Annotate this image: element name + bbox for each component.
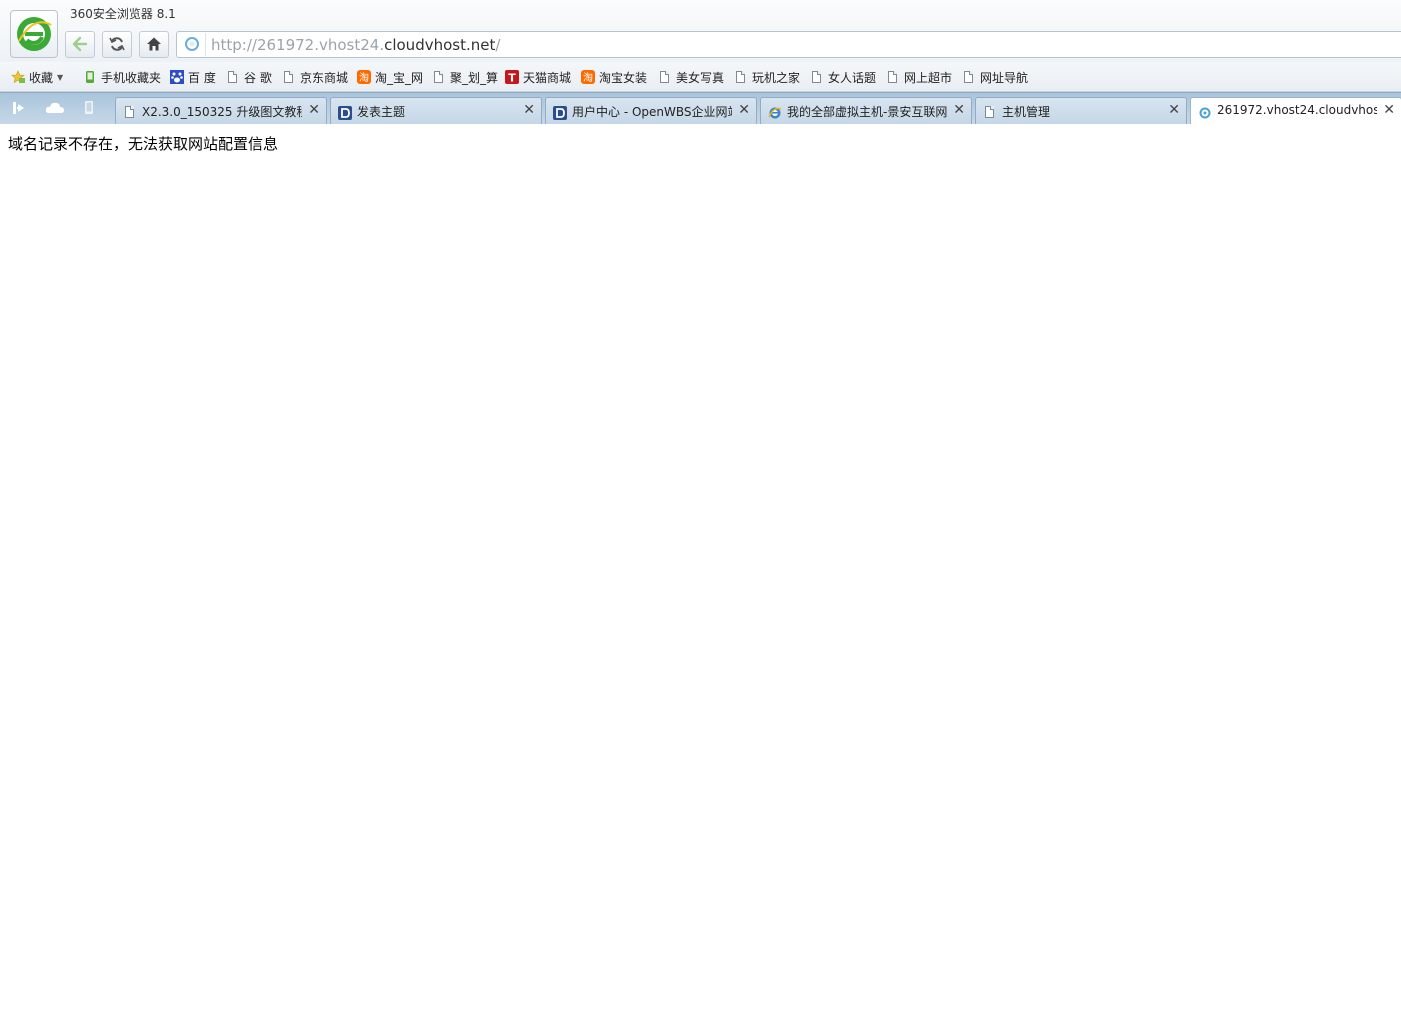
page-icon: [282, 70, 296, 84]
bookmark-label: 聚_划_算: [450, 70, 499, 85]
svg-text:T: T: [508, 72, 516, 85]
url-prefix: http://261972.vhost24.: [211, 36, 385, 54]
mobile-sync-button[interactable]: [79, 98, 101, 118]
bookmark-mobile[interactable]: 手机收藏夹: [83, 69, 161, 85]
home-icon: [147, 37, 161, 51]
bookmark-juhuasuan[interactable]: 聚_划_算: [432, 69, 498, 85]
page-content: 域名记录不存在，无法获取网站配置信息: [0, 124, 1401, 1012]
close-icon[interactable]: ✕: [1383, 102, 1395, 118]
page-icon: [962, 70, 976, 84]
app-title: 360安全浏览器 8.1: [70, 7, 176, 21]
tab-label: 我的全部虚拟主机-景安互联网: [787, 105, 947, 119]
page-icon: [734, 70, 748, 84]
bookmark-label: 谷 歌: [244, 70, 272, 85]
taobao-icon: 淘: [357, 70, 371, 84]
sidebar-toggle-button[interactable]: [9, 98, 31, 118]
bookmark-taobao[interactable]: 淘 淘_宝_网: [357, 69, 423, 85]
close-icon[interactable]: ✕: [1168, 102, 1180, 118]
bookmark-supermarket[interactable]: 网上超市: [886, 69, 952, 85]
page-icon: [810, 70, 824, 84]
bookmark-url-nav[interactable]: 网址导航: [962, 69, 1028, 85]
bookmark-label: 淘宝女装: [599, 70, 648, 85]
refresh-button[interactable]: [102, 31, 132, 58]
baidu-paw-icon: [170, 70, 184, 84]
ie-icon: [768, 105, 782, 119]
tab-user-center[interactable]: 用户中心 - OpenWBS企业网站 ✕: [545, 97, 757, 125]
page-icon: [886, 70, 900, 84]
svg-text:淘: 淘: [359, 71, 369, 84]
bookmark-wanji[interactable]: 玩机之家: [734, 69, 800, 85]
url-suffix: /: [495, 36, 501, 54]
discuz-icon: [553, 105, 567, 120]
star-folder-icon: [11, 70, 25, 84]
page-icon: [983, 105, 997, 119]
chevron-down-icon[interactable]: ▼: [57, 73, 63, 82]
tab-host-management[interactable]: 主机管理 ✕: [975, 97, 1187, 125]
close-icon[interactable]: ✕: [308, 102, 320, 118]
back-arrow-icon: [72, 36, 88, 52]
page-icon: [658, 70, 672, 84]
bookmark-photos[interactable]: 美女写真: [658, 69, 724, 85]
bookmarks-bar: 收藏 ▼ 手机收藏夹 百 度 谷 歌 京东商城 淘 淘_宝_网 聚_划_算 T …: [0, 62, 1401, 92]
sidebar-icon: [13, 102, 24, 114]
url-text[interactable]: http://261972.vhost24.cloudvhost.net/: [211, 36, 500, 54]
bookmark-label: 女人话题: [828, 70, 877, 85]
page-icon: [432, 70, 446, 84]
bookmark-favorites[interactable]: 收藏 ▼: [11, 69, 63, 85]
bookmark-women-topics[interactable]: 女人话题: [810, 69, 876, 85]
back-button[interactable]: [65, 31, 95, 58]
site-status-icon: [179, 33, 206, 56]
bookmark-tmall[interactable]: T 天猫商城: [505, 69, 571, 85]
close-icon[interactable]: ✕: [738, 102, 750, 118]
bookmark-label: 美女写真: [676, 70, 725, 85]
tab-strip: X2.3.0_150325 升级图文教程 ✕ 发表主题 ✕ 用户中心 - Ope…: [0, 92, 1401, 126]
page-icon: [226, 70, 240, 84]
tab-label: 主机管理: [1002, 105, 1051, 119]
browser-logo-icon[interactable]: [10, 10, 58, 58]
tab-label: 用户中心 - OpenWBS企业网站: [572, 105, 732, 119]
browser-window: 360安全浏览器 8.1 http://261972.vhost24.cloud…: [0, 0, 1401, 1012]
tab-upgrade-tutorial[interactable]: X2.3.0_150325 升级图文教程 ✕: [115, 97, 327, 125]
bookmark-label: 京东商城: [300, 70, 349, 85]
bookmark-label: 淘_宝_网: [375, 70, 424, 85]
error-message: 域名记录不存在，无法获取网站配置信息: [8, 135, 279, 153]
home-button[interactable]: [139, 31, 169, 58]
bookmark-baidu[interactable]: 百 度: [170, 69, 216, 85]
refresh-icon: [109, 37, 125, 51]
svg-text:淘: 淘: [583, 71, 593, 84]
page-icon: [123, 105, 137, 119]
url-domain: cloudvhost.net: [384, 36, 496, 54]
cloud-icon: [45, 102, 64, 113]
tab-current-site[interactable]: 261972.vhost24.cloudvhost.net ✕: [1190, 97, 1401, 126]
title-nav-bar: 360安全浏览器 8.1 http://261972.vhost24.cloud…: [0, 0, 1401, 62]
bookmark-label: 玩机之家: [752, 70, 801, 85]
loading-icon: [1198, 105, 1212, 119]
bookmark-jd[interactable]: 京东商城: [282, 69, 348, 85]
tab-label: 261972.vhost24.cloudvhost.net: [1217, 103, 1377, 117]
bookmark-taobao-women[interactable]: 淘 淘宝女装: [581, 69, 647, 85]
tab-label: 发表主题: [357, 105, 406, 119]
address-bar[interactable]: http://261972.vhost24.cloudvhost.net/: [176, 31, 1401, 58]
bookmark-label: 天猫商城: [523, 70, 572, 85]
tab-label: X2.3.0_150325 升级图文教程: [142, 105, 302, 119]
phone-icon: [83, 70, 97, 84]
bookmark-label: 手机收藏夹: [101, 70, 162, 85]
bookmark-google[interactable]: 谷 歌: [226, 69, 272, 85]
close-icon[interactable]: ✕: [953, 102, 965, 118]
cloud-sync-button[interactable]: [44, 98, 66, 118]
bookmark-label: 网上超市: [904, 70, 953, 85]
bookmark-label: 收藏: [29, 70, 54, 85]
tab-virtual-hosts[interactable]: 我的全部虚拟主机-景安互联网 ✕: [760, 97, 972, 125]
discuz-icon: [338, 105, 352, 120]
taobao-icon: 淘: [581, 70, 595, 84]
close-icon[interactable]: ✕: [523, 102, 535, 118]
tab-post-topic[interactable]: 发表主题 ✕: [330, 97, 542, 125]
phone-icon: [85, 101, 93, 114]
bookmark-label: 百 度: [188, 70, 216, 85]
tmall-icon: T: [505, 70, 519, 85]
bookmark-label: 网址导航: [980, 70, 1029, 85]
